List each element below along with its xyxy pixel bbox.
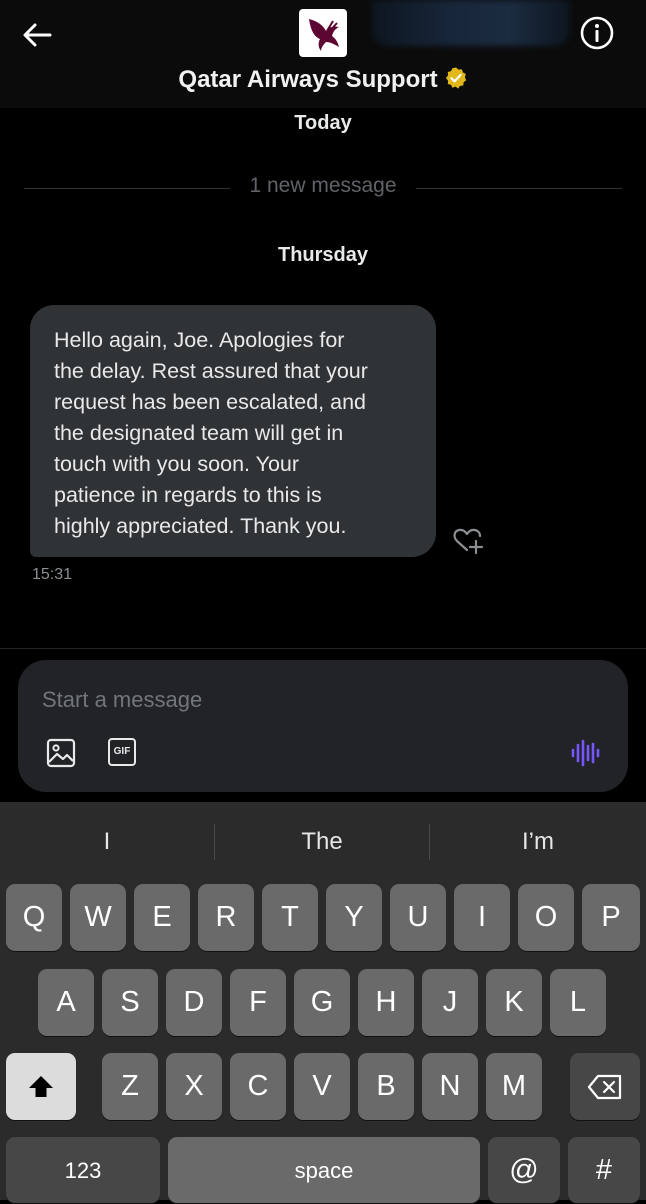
key-e[interactable]: E — [134, 884, 190, 951]
key-x[interactable]: X — [166, 1053, 222, 1120]
message-bubble[interactable]: Hello again, Joe. Apologies for the dela… — [30, 305, 436, 557]
info-icon[interactable] — [578, 14, 616, 52]
message-timestamp: 15:31 — [32, 566, 73, 583]
key-w[interactable]: W — [70, 884, 126, 951]
numbers-key[interactable]: 123 — [6, 1137, 160, 1203]
key-v[interactable]: V — [294, 1053, 350, 1120]
contact-name: Qatar Airways Support — [178, 66, 438, 93]
key-d[interactable]: D — [166, 969, 222, 1036]
date-separator-thursday: Thursday — [277, 244, 369, 266]
key-k[interactable]: K — [486, 969, 542, 1036]
delete-key[interactable] — [570, 1053, 640, 1120]
message-line: the designated team will get in — [54, 421, 344, 445]
new-message-label: 1 new message — [249, 174, 397, 197]
key-b[interactable]: B — [358, 1053, 414, 1120]
avatar[interactable] — [299, 9, 347, 57]
key-c[interactable]: C — [230, 1053, 286, 1120]
gif-button[interactable]: GIF — [108, 738, 136, 766]
message-line: touch with you soon. Your — [54, 452, 300, 476]
shift-arrow-icon — [29, 1076, 53, 1097]
message-composer: GIF — [18, 660, 628, 792]
blurred-region — [372, 0, 570, 46]
key-y[interactable]: Y — [326, 884, 382, 951]
key-j[interactable]: J — [422, 969, 478, 1036]
key-q[interactable]: Q — [6, 884, 62, 951]
heart-plus-icon[interactable] — [452, 525, 484, 555]
suggestion-3[interactable]: I’m — [430, 802, 646, 882]
chat-header: Qatar Airways Support — [0, 0, 646, 108]
key-m[interactable]: M — [486, 1053, 542, 1120]
message-line: the delay. Rest assured that your — [54, 359, 368, 383]
chat-title[interactable]: Qatar Airways Support — [0, 66, 646, 94]
at-key[interactable]: @ — [488, 1137, 560, 1203]
key-o[interactable]: O — [518, 884, 574, 951]
message-line: highly appreciated. Thank you. — [54, 514, 347, 538]
qatar-airways-oryx-logo — [309, 19, 339, 51]
key-u[interactable]: U — [390, 884, 446, 951]
key-f[interactable]: F — [230, 969, 286, 1036]
space-key[interactable]: space — [168, 1137, 480, 1203]
suggestion-1[interactable]: I — [0, 802, 214, 882]
key-h[interactable]: H — [358, 969, 414, 1036]
key-g[interactable]: G — [294, 969, 350, 1036]
key-p[interactable]: P — [582, 884, 640, 951]
message-input[interactable] — [42, 682, 542, 718]
suggestion-2[interactable]: The — [215, 802, 429, 882]
message-line: Hello again, Joe. Apologies for — [54, 328, 345, 352]
key-z[interactable]: Z — [102, 1053, 158, 1120]
message-line: request has been escalated, and — [54, 390, 366, 414]
key-i[interactable]: I — [454, 884, 510, 951]
backspace-icon — [587, 1074, 622, 1100]
key-a[interactable]: A — [38, 969, 94, 1036]
key-n[interactable]: N — [422, 1053, 478, 1120]
date-separator-today: Today — [294, 112, 352, 134]
new-message-divider: 1 new message — [24, 172, 622, 202]
key-t[interactable]: T — [262, 884, 318, 951]
key-s[interactable]: S — [102, 969, 158, 1036]
verified-badge-icon — [445, 67, 466, 89]
arrow-left-icon[interactable] — [20, 18, 54, 52]
hash-key[interactable]: # — [568, 1137, 640, 1203]
shift-key[interactable] — [6, 1053, 76, 1120]
composer-divider — [0, 648, 646, 649]
key-l[interactable]: L — [550, 969, 606, 1036]
keyboard: I The I’m Q W E R T Y U I O P A S D F G … — [0, 802, 646, 1203]
key-r[interactable]: R — [198, 884, 254, 951]
gif-label: GIF — [113, 746, 131, 757]
voice-wave-icon[interactable] — [570, 738, 600, 768]
image-icon[interactable] — [46, 738, 76, 768]
message-line: patience in regards to this is — [54, 483, 322, 507]
